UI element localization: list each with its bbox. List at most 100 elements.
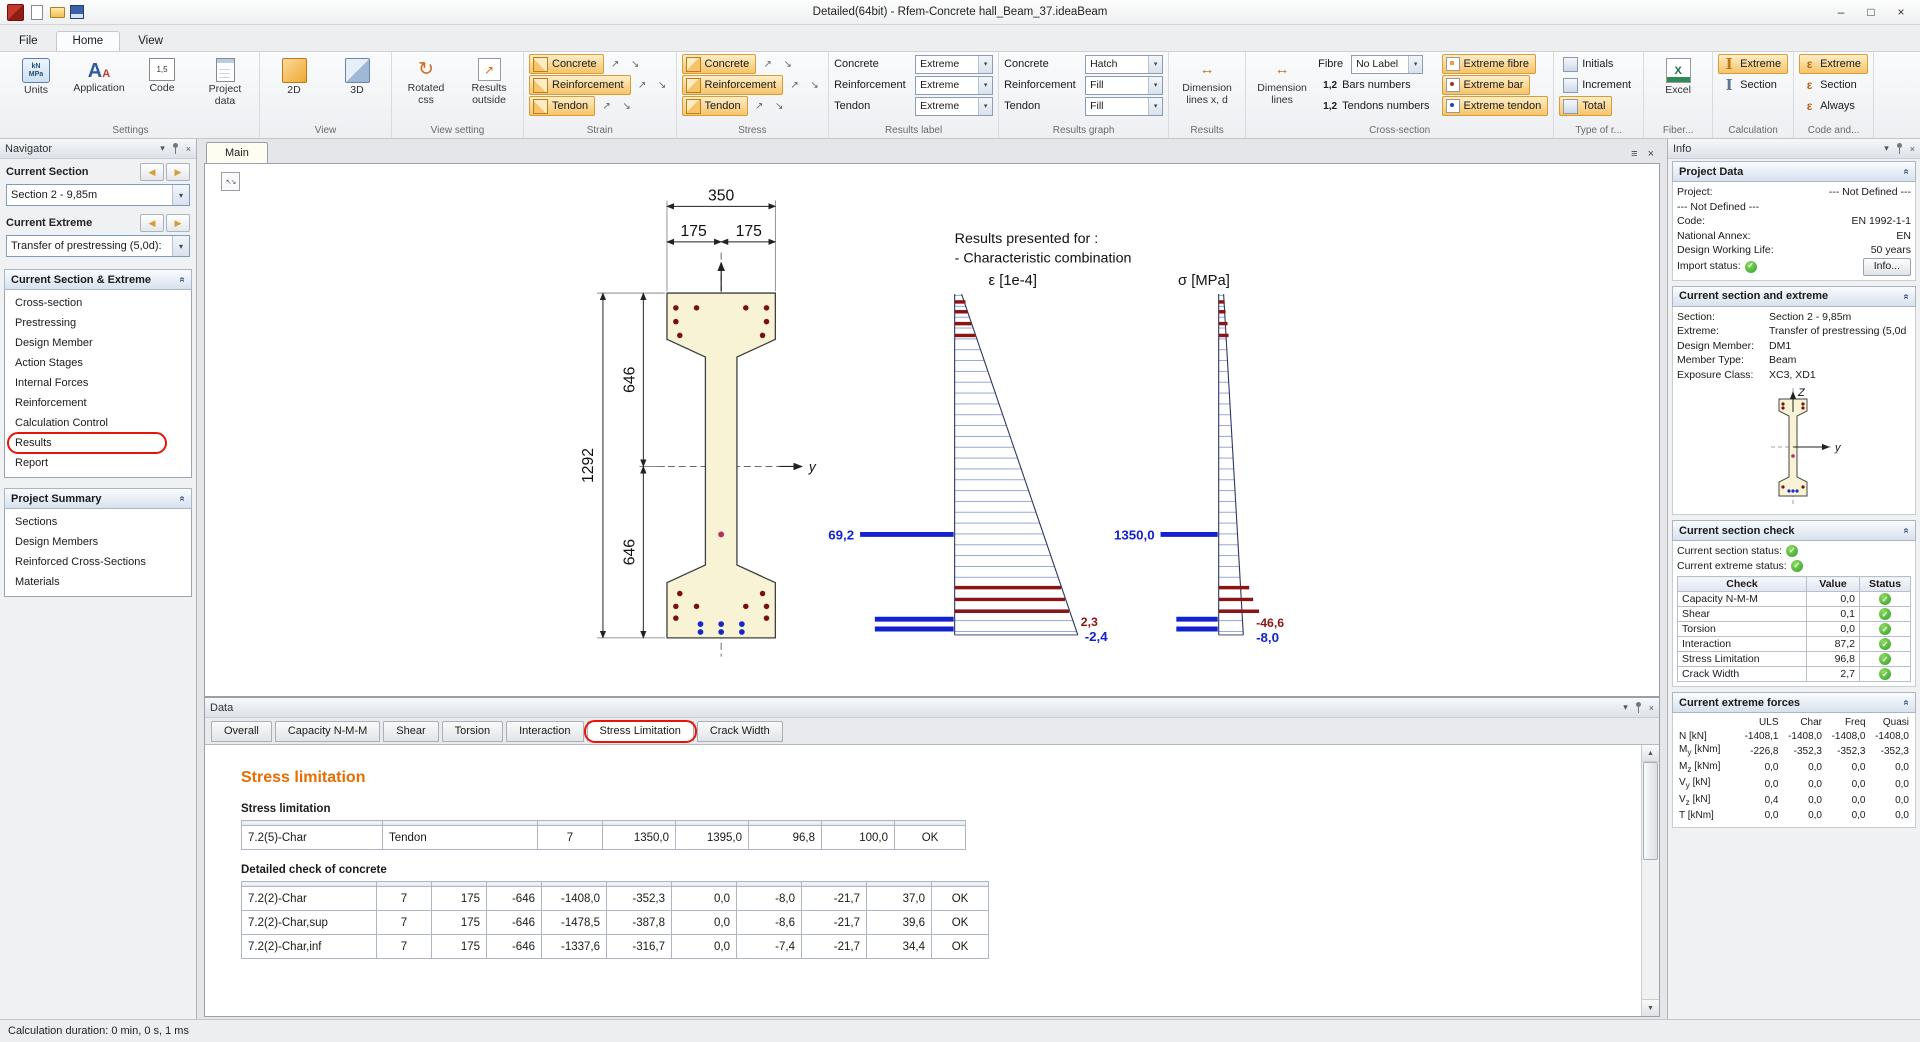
stress-direction-down-icon[interactable]: ↘ [806,77,823,94]
close-panel-icon[interactable]: × [186,144,191,154]
save-button[interactable] [69,4,85,20]
strain-concrete-button[interactable]: Concrete [529,54,604,74]
nav-item-report[interactable]: Report [5,453,191,473]
nav-item-reinforced-cross-sections[interactable]: Reinforced Cross-Sections [5,552,191,572]
initials-button[interactable]: Initials [1559,54,1620,74]
strain-tendon-button[interactable]: Tendon [529,96,595,116]
fit-view-icon[interactable]: ↖↘ [221,172,240,191]
nav-item-cross-section[interactable]: Cross-section [5,293,191,313]
scrollbar-thumb[interactable] [1643,762,1658,860]
code-section-button[interactable]: εSection [1799,75,1864,95]
chevron-down-icon[interactable]: ▾ [172,236,189,256]
section-header-project-data[interactable]: Project Data « [1672,161,1916,182]
nav-item-reinforcement[interactable]: Reinforcement [5,393,191,413]
tab-capacity-nmm[interactable]: Capacity N-M-M [275,721,380,742]
results-graph-concrete-select[interactable]: Hatch▾ [1085,55,1163,74]
view-2d-button[interactable]: 2D [265,55,323,100]
scroll-up-icon[interactable]: ▲ [1642,745,1659,762]
vertical-scrollbar[interactable]: ▲ ▼ [1641,745,1659,1016]
results-outside-button[interactable]: ↗ Results outside [460,55,518,109]
chevron-down-icon[interactable]: ▾ [1148,56,1162,73]
stress-direction-up-icon[interactable]: ↗ [759,56,776,73]
results-graph-tendon-select[interactable]: Fill▾ [1085,97,1163,116]
chevron-down-icon[interactable]: ▾ [978,56,992,73]
nav-item-calculation-control[interactable]: Calculation Control [5,413,191,433]
stress-direction-up-icon[interactable]: ↗ [751,98,768,115]
bars-numbers-button[interactable]: 1,2Bars numbers [1318,75,1417,95]
tab-torsion[interactable]: Torsion [442,721,503,742]
results-label-concrete-select[interactable]: Extreme▾ [915,55,993,74]
current-extreme-select[interactable]: Transfer of prestressing (5,0d): ▾ [6,235,190,257]
section-header-current[interactable]: Current Section & Extreme « [4,269,192,290]
chevron-down-icon[interactable]: ▾ [1148,77,1162,94]
tab-stress-limitation[interactable]: Stress Limitation [587,721,694,742]
calculation-extreme-button[interactable]: IExtreme [1718,54,1788,74]
pin-icon[interactable] [1895,143,1904,154]
application-button[interactable]: AA Application [70,55,128,98]
chevron-down-icon[interactable]: ▾ [978,98,992,115]
tab-overall[interactable]: Overall [211,721,272,742]
tab-home[interactable]: Home [56,31,121,51]
stress-direction-up-icon[interactable]: ↗ [786,77,803,94]
strain-direction-up-icon[interactable]: ↗ [598,98,615,115]
chevron-down-icon[interactable]: ▾ [172,185,189,205]
stress-direction-down-icon[interactable]: ↘ [771,98,788,115]
tab-interaction[interactable]: Interaction [506,721,583,742]
chevron-down-icon[interactable]: ▾ [1148,98,1162,115]
tab-shear[interactable]: Shear [383,721,438,742]
panel-menu-icon[interactable]: ▾ [1884,143,1889,154]
close-button[interactable]: × [1886,3,1916,21]
current-section-select[interactable]: Section 2 - 9,85m ▾ [6,184,190,206]
tab-file[interactable]: File [2,31,55,51]
code-button[interactable]: 1,5 Code [133,55,191,98]
stress-direction-down-icon[interactable]: ↘ [779,56,796,73]
nav-item-prestressing[interactable]: Prestressing [5,313,191,333]
dimension-lines-button[interactable]: ↔ Dimension lines [1251,55,1313,109]
open-file-button[interactable] [49,4,65,20]
results-label-tendon-select[interactable]: Extreme▾ [915,97,993,116]
dimension-lines-xd-button[interactable]: ↔ Dimension lines x, d [1174,55,1240,109]
scroll-down-icon[interactable]: ▼ [1642,999,1659,1016]
extreme-fibre-button[interactable]: Extreme fibre [1442,54,1536,74]
nav-item-design-members[interactable]: Design Members [5,532,191,552]
strain-direction-up-icon[interactable]: ↗ [634,77,651,94]
strain-direction-down-icon[interactable]: ↘ [627,56,644,73]
units-button[interactable]: kNMPa Units [7,55,65,100]
previous-extreme-button[interactable]: ◀ [140,214,164,232]
stress-tendon-button[interactable]: Tendon [682,96,748,116]
view-3d-button[interactable]: 3D [328,55,386,100]
total-button[interactable]: Total [1559,96,1612,116]
rotated-css-button[interactable]: ↻ Rotated css [397,55,455,109]
close-panel-icon[interactable]: × [1910,144,1915,154]
close-view-icon[interactable]: × [1648,148,1654,160]
tab-crack-width[interactable]: Crack Width [697,721,783,742]
extreme-tendon-button[interactable]: Extreme tendon [1442,96,1549,116]
section-header-extreme-forces[interactable]: Current extreme forces « [1672,692,1916,713]
previous-section-button[interactable]: ◀ [140,163,164,181]
nav-item-results[interactable]: Results [5,433,191,453]
panel-menu-icon[interactable]: ▾ [160,143,165,154]
chevron-down-icon[interactable]: ▾ [978,77,992,94]
next-extreme-button[interactable]: ▶ [166,214,190,232]
stress-reinforcement-button[interactable]: Reinforcement [682,75,784,95]
nav-item-internal-forces[interactable]: Internal Forces [5,373,191,393]
new-file-button[interactable] [29,4,45,20]
section-header-section-check[interactable]: Current section check « [1672,520,1916,541]
view-menu-icon[interactable]: ≡ [1631,148,1637,160]
info-button[interactable]: Info... [1863,258,1911,276]
next-section-button[interactable]: ▶ [166,163,190,181]
tab-view[interactable]: View [121,31,180,51]
results-label-reinforcement-select[interactable]: Extreme▾ [915,76,993,95]
maximize-button[interactable]: □ [1856,3,1886,21]
minimize-button[interactable]: – [1826,3,1856,21]
nav-item-sections[interactable]: Sections [5,512,191,532]
close-panel-icon[interactable]: × [1649,703,1654,713]
drawing-viewport[interactable]: ↖↘ [204,163,1660,697]
pin-icon[interactable] [171,143,180,154]
section-header-project-summary[interactable]: Project Summary « [4,488,192,509]
excel-button[interactable]: X Excel [1649,55,1707,100]
section-header-current-extreme[interactable]: Current section and extreme « [1672,286,1916,307]
results-graph-reinforcement-select[interactable]: Fill▾ [1085,76,1163,95]
stress-concrete-button[interactable]: Concrete [682,54,757,74]
fibre-select[interactable]: No Label▾ [1351,55,1423,74]
